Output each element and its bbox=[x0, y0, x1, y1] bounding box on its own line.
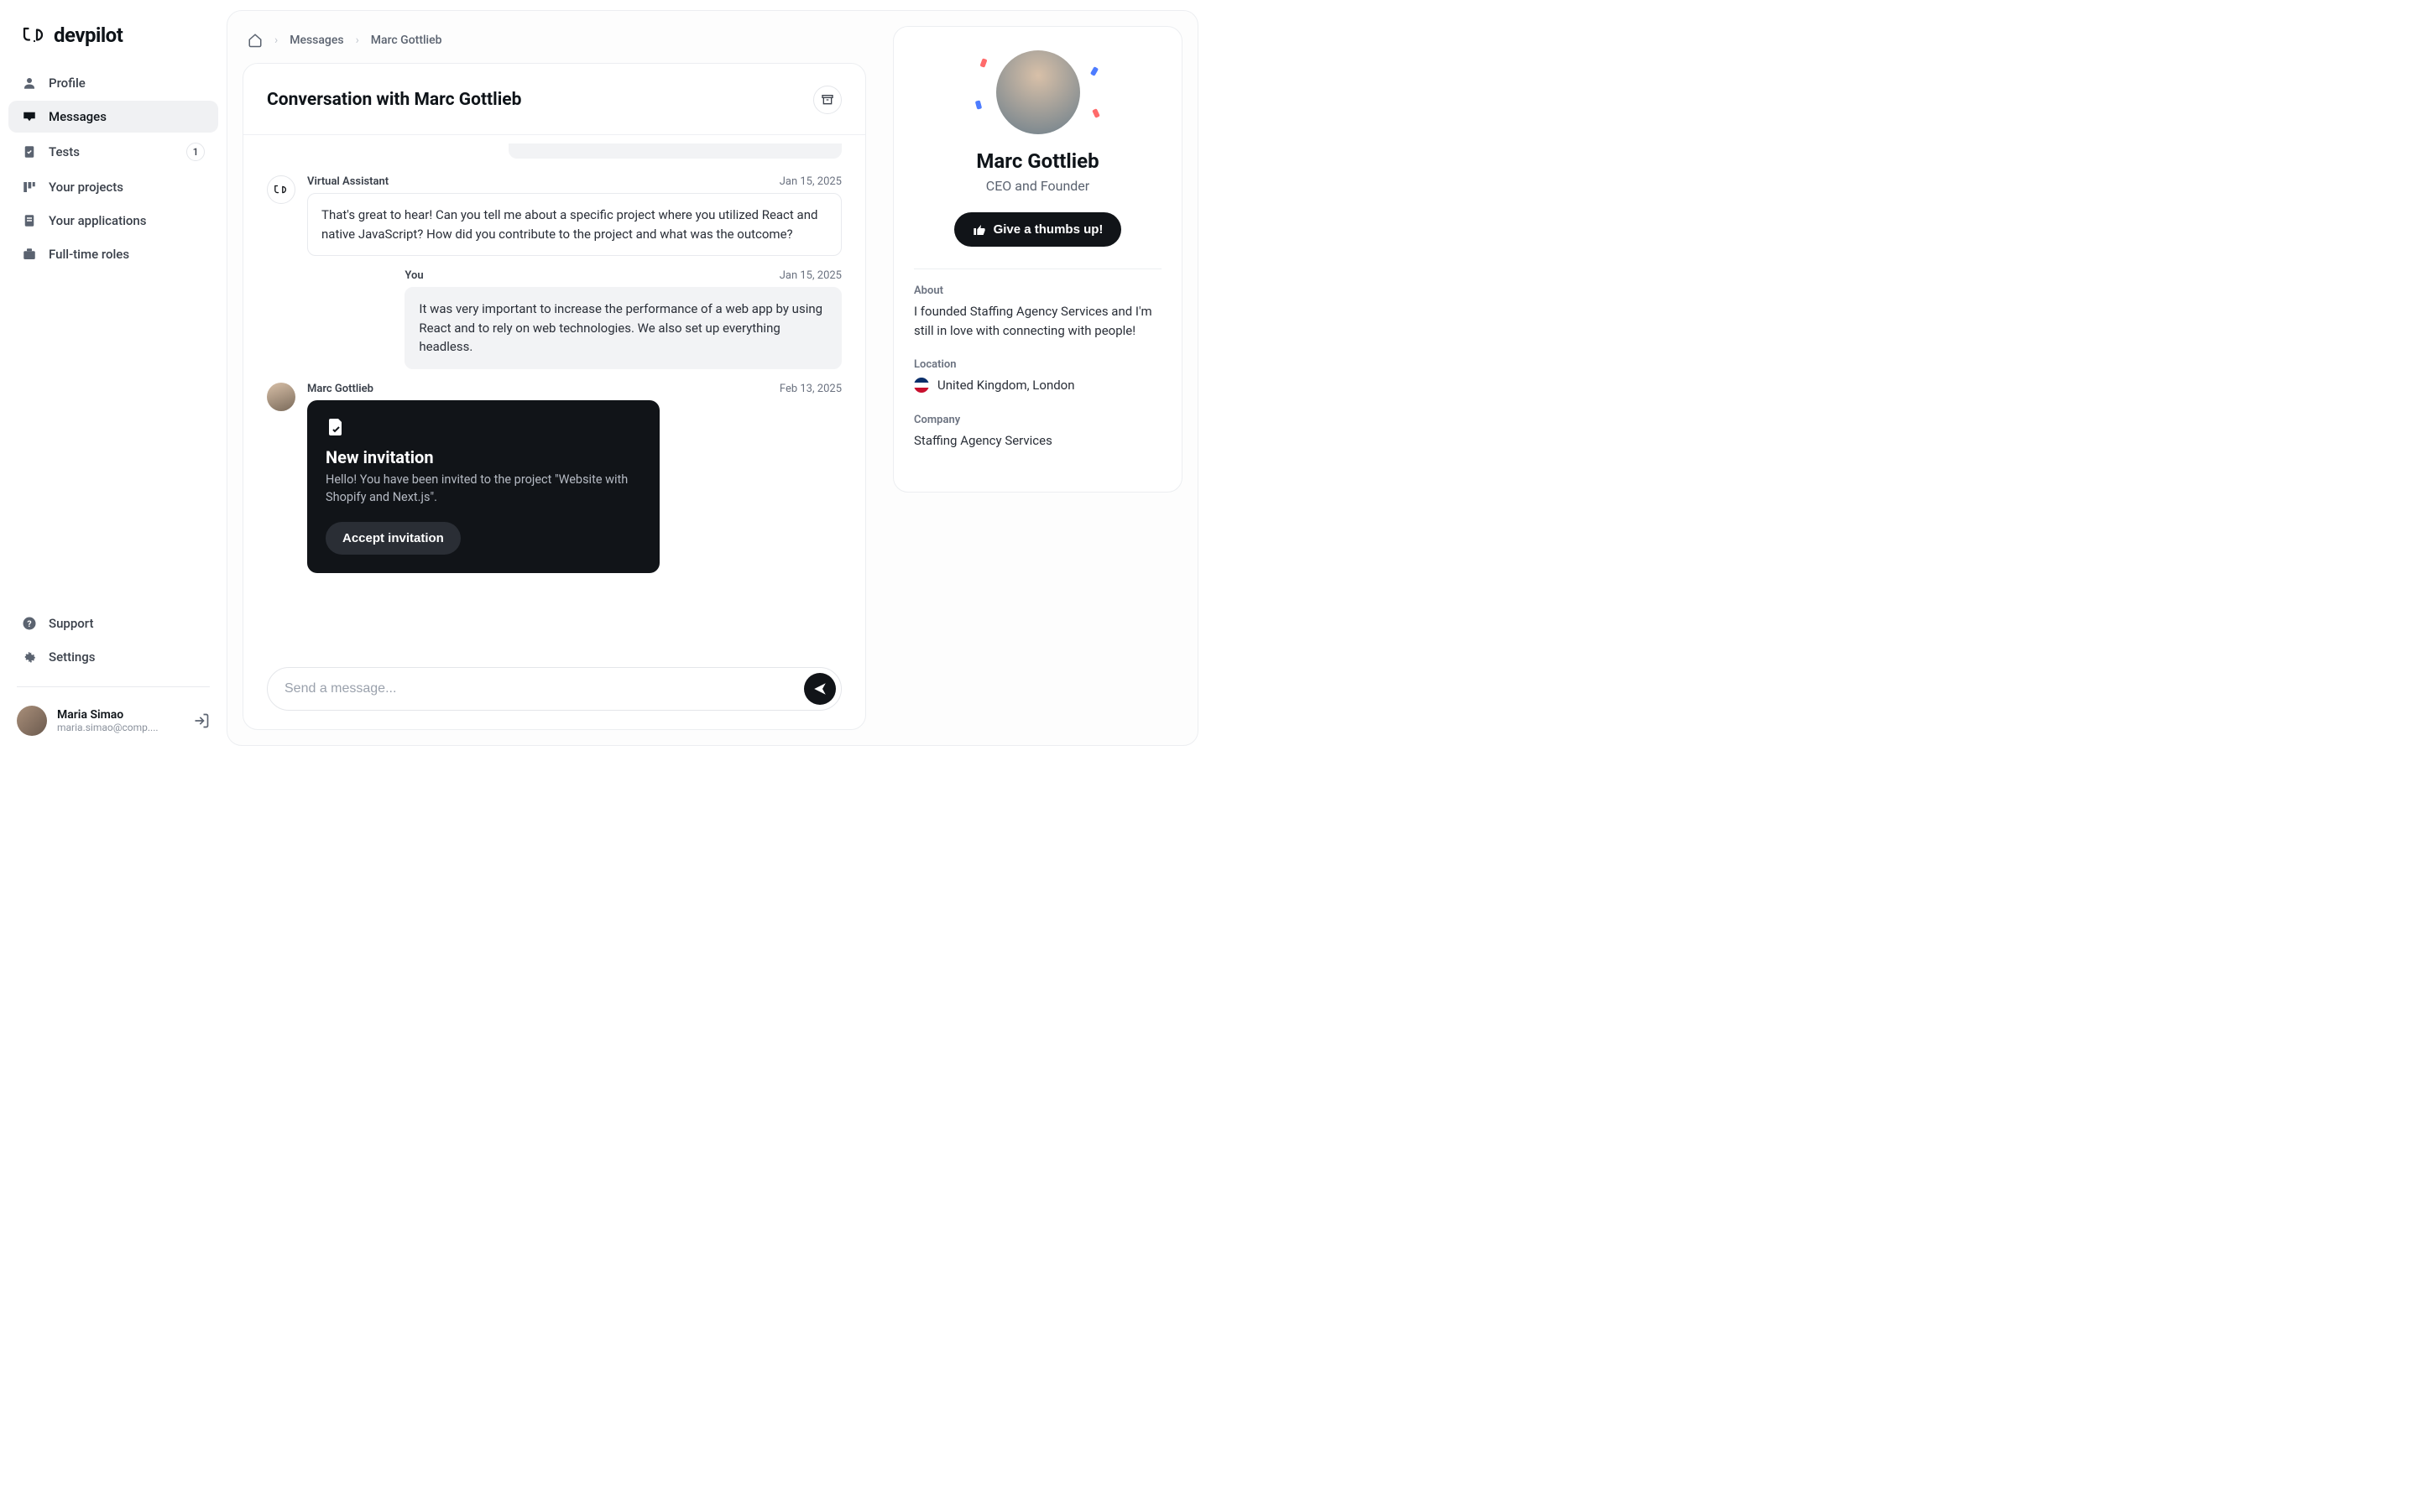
send-button[interactable] bbox=[804, 673, 836, 705]
clipboard-check-icon bbox=[22, 144, 37, 159]
logout-icon[interactable] bbox=[193, 712, 210, 729]
sidebar-item-label: Your projects bbox=[49, 180, 123, 195]
accept-invitation-button[interactable]: Accept invitation bbox=[326, 522, 461, 555]
message-composer bbox=[267, 667, 842, 711]
location-text: United Kingdom, London bbox=[937, 376, 1075, 395]
message-date: Jan 15, 2025 bbox=[780, 175, 842, 188]
svg-text:?: ? bbox=[27, 618, 31, 629]
sidebar-item-projects[interactable]: Your projects bbox=[8, 171, 218, 203]
breadcrumb-messages[interactable]: Messages bbox=[290, 34, 343, 47]
tests-badge: 1 bbox=[186, 143, 205, 161]
contact-avatar bbox=[267, 383, 295, 411]
document-icon bbox=[22, 213, 37, 228]
kanban-icon bbox=[22, 180, 37, 195]
chevron-right-icon: › bbox=[274, 34, 278, 47]
message-scroll-area[interactable]: Virtual Assistant Jan 15, 2025 That's gr… bbox=[267, 143, 842, 645]
gear-icon bbox=[22, 649, 37, 665]
logo[interactable]: devpilot bbox=[8, 15, 218, 67]
sidebar-item-label: Full-time roles bbox=[49, 247, 129, 262]
profile-name: Marc Gottlieb bbox=[976, 149, 1099, 173]
profile-card: Marc Gottlieb CEO and Founder Give a thu… bbox=[893, 26, 1182, 493]
about-section: About I founded Staffing Agency Services… bbox=[914, 284, 1162, 340]
assistant-avatar bbox=[267, 175, 295, 204]
logo-icon bbox=[274, 184, 289, 196]
message-date: Feb 13, 2025 bbox=[780, 383, 842, 395]
uk-flag-icon bbox=[914, 378, 929, 393]
sidebar-item-label: Messages bbox=[49, 109, 107, 124]
message-date: Jan 15, 2025 bbox=[780, 269, 842, 282]
sidebar-item-roles[interactable]: Full-time roles bbox=[8, 238, 218, 270]
company-text: Staffing Agency Services bbox=[914, 431, 1162, 451]
archive-button[interactable] bbox=[813, 86, 842, 114]
message-sender: Virtual Assistant bbox=[307, 175, 389, 188]
center-column: › Messages › Marc Gottlieb Conversation … bbox=[243, 26, 866, 730]
user-info: Maria Simao maria.simao@comp.... bbox=[57, 708, 159, 733]
company-section: Company Staffing Agency Services bbox=[914, 414, 1162, 451]
thumbs-up-button[interactable]: Give a thumbs up! bbox=[954, 212, 1122, 247]
message-bubble: That's great to hear! Can you tell me ab… bbox=[307, 193, 842, 256]
user-avatar bbox=[17, 706, 47, 736]
logo-text: devpilot bbox=[54, 23, 123, 47]
conversation-header: Conversation with Marc Gottlieb bbox=[243, 64, 865, 135]
about-label: About bbox=[914, 284, 1162, 297]
profile-panel: Marc Gottlieb CEO and Founder Give a thu… bbox=[893, 26, 1182, 730]
user-email: maria.simao@comp.... bbox=[57, 722, 159, 733]
location-label: Location bbox=[914, 358, 1162, 371]
sidebar-item-profile[interactable]: Profile bbox=[8, 67, 218, 99]
sidebar-item-label: Settings bbox=[49, 649, 96, 665]
content-wrap: › Messages › Marc Gottlieb Conversation … bbox=[227, 10, 1198, 746]
document-check-icon bbox=[326, 417, 346, 437]
message-you: You Jan 15, 2025 It was very important t… bbox=[267, 269, 842, 369]
home-icon[interactable] bbox=[248, 33, 263, 48]
thumbs-up-label: Give a thumbs up! bbox=[994, 222, 1104, 237]
invitation-title: New invitation bbox=[326, 447, 641, 467]
logo-icon bbox=[22, 26, 47, 44]
inbox-icon bbox=[22, 109, 37, 124]
sidebar-item-applications[interactable]: Your applications bbox=[8, 205, 218, 237]
conversation-card: Conversation with Marc Gottlieb bbox=[243, 63, 866, 730]
sidebar-item-label: Your applications bbox=[49, 213, 146, 228]
sidebar-item-messages[interactable]: Messages bbox=[8, 101, 218, 133]
about-text: I founded Staffing Agency Services and I… bbox=[914, 302, 1162, 340]
company-label: Company bbox=[914, 414, 1162, 426]
sidebar-item-settings[interactable]: Settings bbox=[8, 641, 218, 673]
sidebar-item-support[interactable]: ? Support bbox=[8, 607, 218, 639]
conversation-title: Conversation with Marc Gottlieb bbox=[267, 90, 521, 110]
message-input[interactable] bbox=[285, 681, 794, 696]
chevron-right-icon: › bbox=[356, 34, 359, 47]
message-bubble: It was very important to increase the pe… bbox=[405, 287, 842, 369]
message-sender: You bbox=[405, 269, 423, 282]
briefcase-icon bbox=[22, 247, 37, 262]
primary-nav: Profile Messages Tests 1 Your projects bbox=[8, 67, 218, 270]
sidebar: devpilot Profile Messages Tests 1 Yo bbox=[0, 0, 227, 756]
breadcrumb-contact[interactable]: Marc Gottlieb bbox=[371, 34, 442, 47]
current-user[interactable]: Maria Simao maria.simao@comp.... bbox=[8, 701, 218, 741]
message-contact: Marc Gottlieb Feb 13, 2025 New invitatio… bbox=[267, 383, 842, 574]
profile-avatar bbox=[996, 50, 1080, 134]
breadcrumb: › Messages › Marc Gottlieb bbox=[243, 26, 866, 63]
location-section: Location United Kingdom, London bbox=[914, 358, 1162, 395]
profile-role: CEO and Founder bbox=[986, 178, 1089, 194]
sidebar-item-tests[interactable]: Tests 1 bbox=[8, 134, 218, 169]
sidebar-item-label: Tests bbox=[49, 144, 80, 159]
sidebar-item-label: Profile bbox=[49, 76, 86, 91]
invitation-card: New invitation Hello! You have been invi… bbox=[307, 400, 660, 574]
main: › Messages › Marc Gottlieb Conversation … bbox=[227, 0, 1208, 756]
invitation-text: Hello! You have been invited to the proj… bbox=[326, 471, 641, 508]
archive-icon bbox=[821, 93, 834, 107]
message-assistant: Virtual Assistant Jan 15, 2025 That's gr… bbox=[267, 175, 842, 256]
help-icon: ? bbox=[22, 616, 37, 631]
sidebar-item-label: Support bbox=[49, 616, 93, 631]
divider bbox=[17, 686, 210, 687]
user-icon bbox=[22, 76, 37, 91]
conversation-body: Virtual Assistant Jan 15, 2025 That's gr… bbox=[243, 135, 865, 652]
send-icon bbox=[812, 681, 827, 696]
message-sender: Marc Gottlieb bbox=[307, 383, 373, 395]
user-name: Maria Simao bbox=[57, 708, 159, 722]
thumbs-up-icon bbox=[973, 223, 986, 237]
previous-message-stub bbox=[509, 143, 842, 159]
